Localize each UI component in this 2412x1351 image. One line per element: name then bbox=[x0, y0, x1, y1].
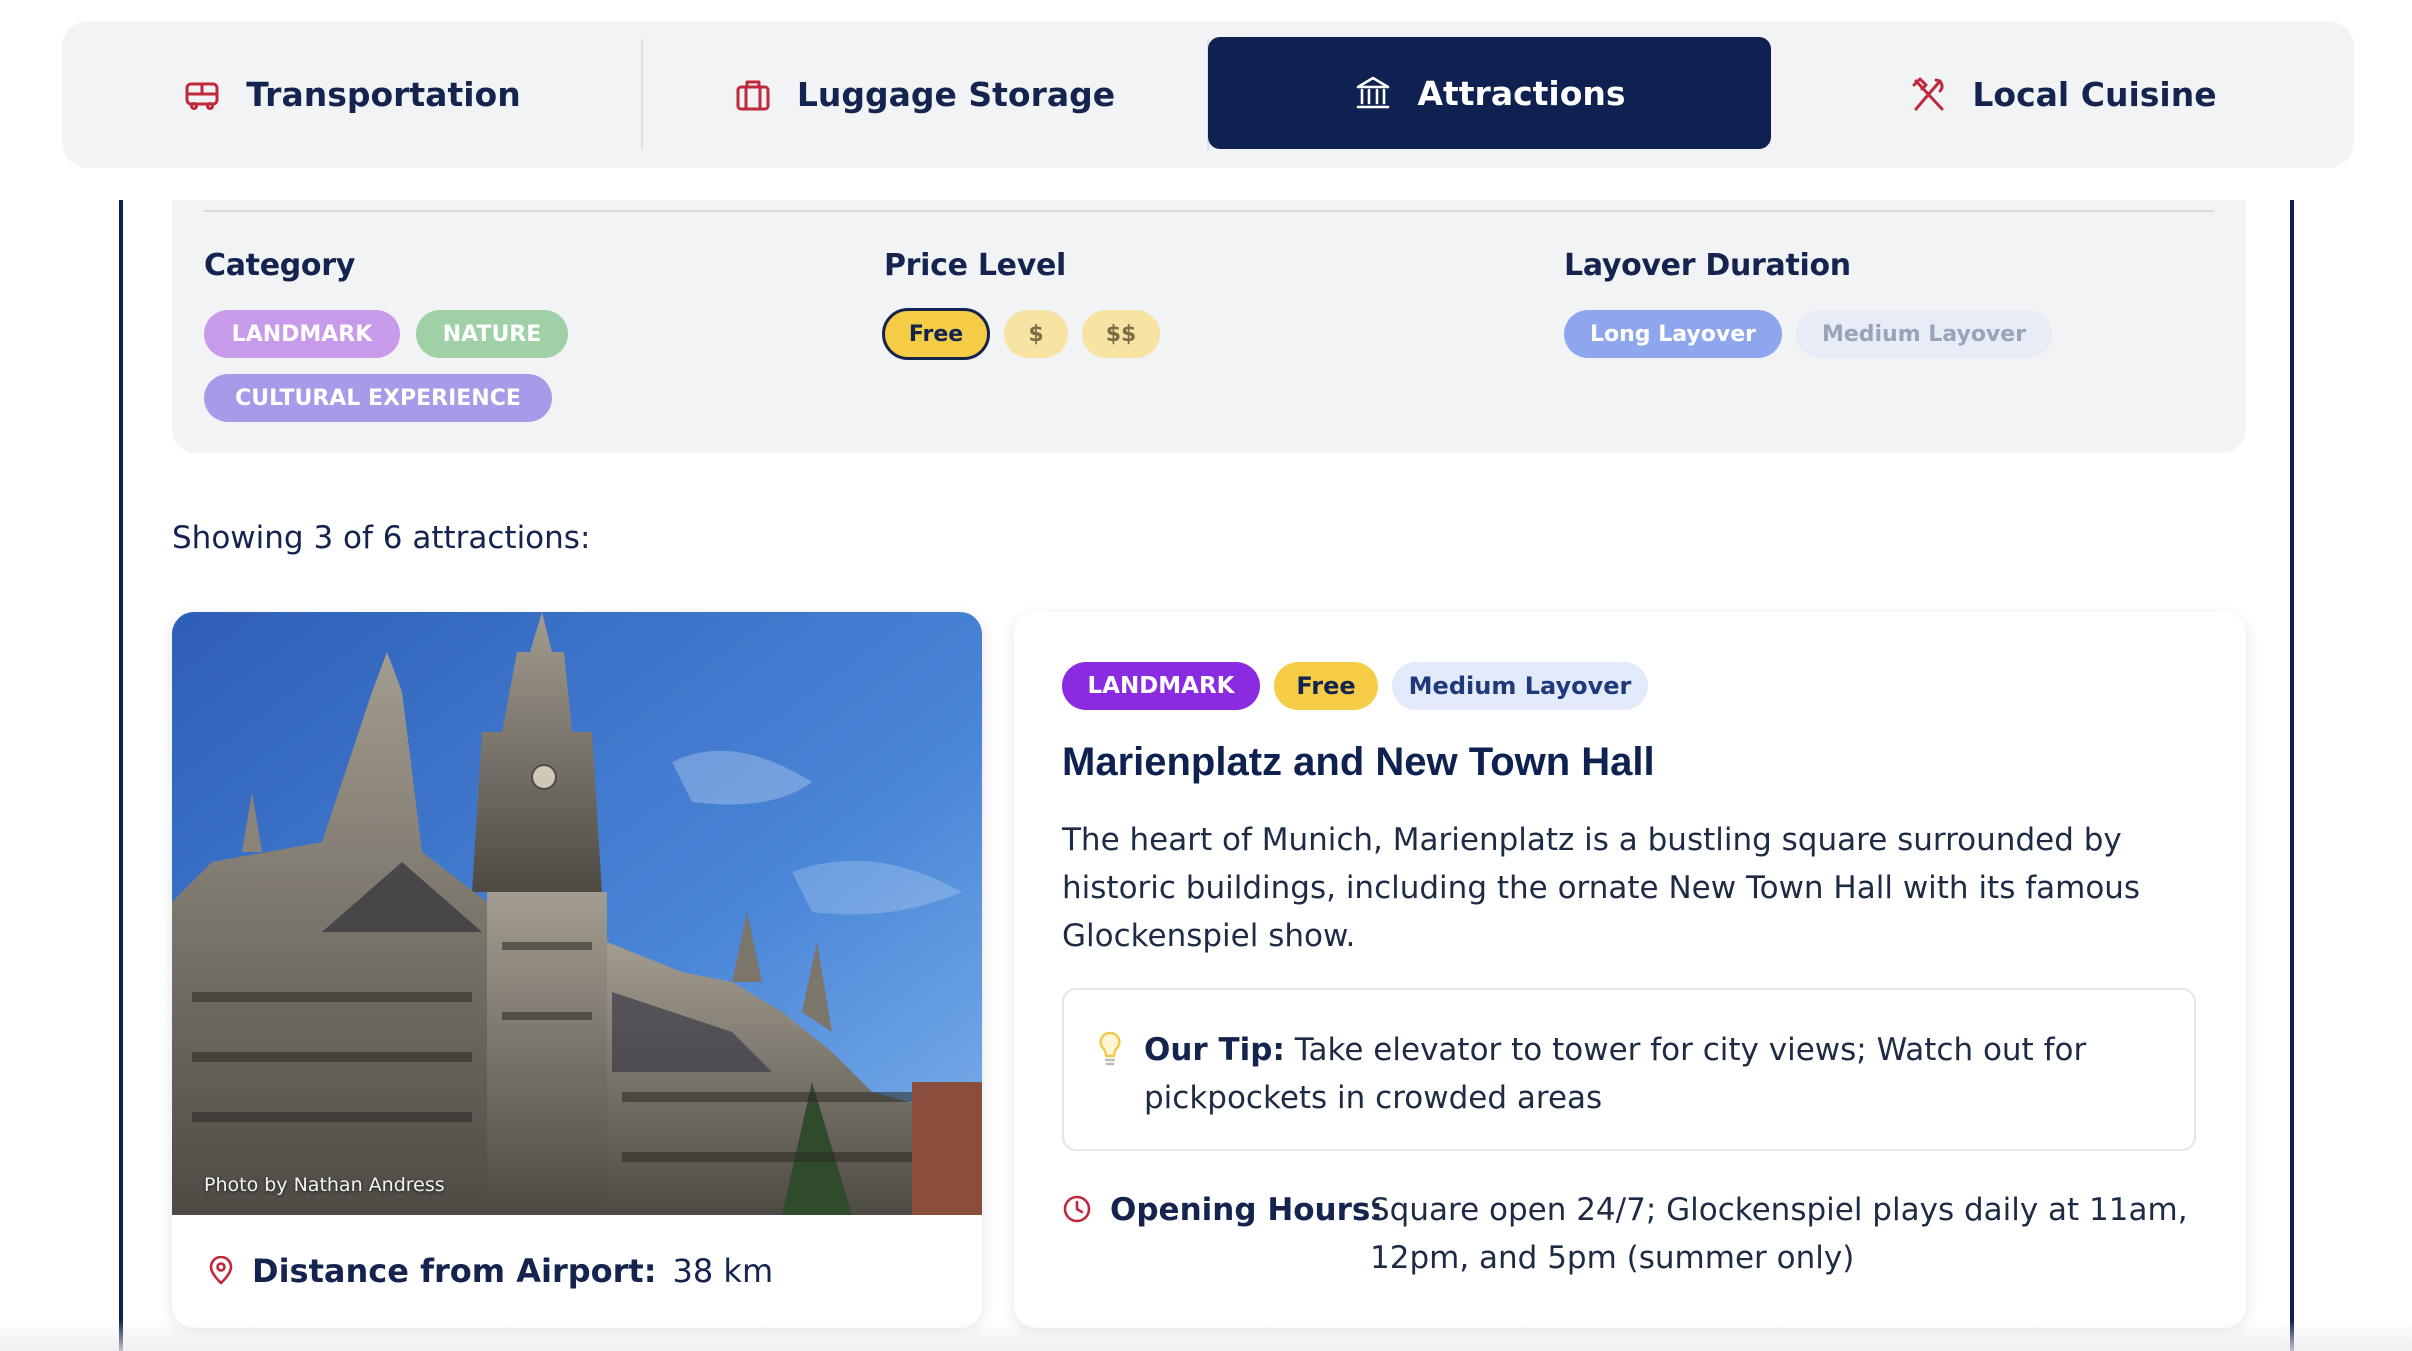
tab-luggage-storage[interactable]: Luggage Storage bbox=[641, 21, 1207, 168]
clock-icon bbox=[1063, 1195, 1091, 1223]
price-filter: Price Level bbox=[884, 248, 1066, 301]
attraction-photo bbox=[172, 612, 982, 1215]
tip-content: Take elevator to tower for city views; W… bbox=[1144, 1032, 2087, 1116]
tab-local-cuisine[interactable]: Local Cuisine bbox=[1771, 21, 2354, 168]
attraction-description: The heart of Munich, Marienplatz is a bu… bbox=[1062, 822, 2141, 954]
layover-duration-filter: Layover Duration bbox=[1564, 248, 1851, 301]
attraction-detail-card: LANDMARK Free Medium Layover Marienplatz… bbox=[1014, 612, 2246, 1328]
divider bbox=[204, 210, 2214, 212]
filter-heading: Price Level bbox=[884, 248, 1066, 283]
attraction-image-card: Photo by Nathan Andress Distance from Ai… bbox=[172, 612, 982, 1328]
tab-label: Local Cuisine bbox=[1972, 75, 2217, 114]
distance-from-airport: Distance from Airport: 38 km bbox=[206, 1252, 773, 1290]
filter-panel: Category LANDMARK NATURE CULTURAL EXPERI… bbox=[172, 200, 2246, 453]
filter-chip-nature[interactable]: NATURE bbox=[416, 310, 568, 358]
price-badge: Free bbox=[1274, 662, 1378, 710]
tab-label: Attractions bbox=[1417, 73, 1626, 113]
category-badge: LANDMARK bbox=[1062, 662, 1260, 710]
bottom-shadow bbox=[0, 1320, 2412, 1351]
tab-label: Transportation bbox=[246, 75, 521, 114]
filter-chip-cultural-experience[interactable]: CULTURAL EXPERIENCE bbox=[204, 374, 552, 422]
content-frame-left bbox=[119, 200, 123, 1351]
tip-box: Our Tip: Take elevator to tower for city… bbox=[1062, 988, 2196, 1151]
filter-chip-medium-layover[interactable]: Medium Layover bbox=[1796, 310, 2052, 358]
attraction-title: Marienplatz and New Town Hall bbox=[1062, 740, 1655, 784]
filter-chip-landmark[interactable]: LANDMARK bbox=[204, 310, 400, 358]
location-pin-icon bbox=[209, 1256, 233, 1285]
results-count: Showing 3 of 6 attractions: bbox=[172, 520, 591, 556]
layover-badge: Medium Layover bbox=[1392, 662, 1648, 710]
tab-label: Luggage Storage bbox=[796, 75, 1116, 114]
tab-attractions[interactable]: Attractions bbox=[1208, 37, 1771, 149]
filter-heading: Layover Duration bbox=[1564, 248, 1851, 283]
distance-value: 38 km bbox=[672, 1252, 774, 1290]
museum-icon bbox=[1353, 73, 1393, 113]
category-tabs: Transportation Luggage Storage Attractio… bbox=[62, 21, 2354, 168]
filter-chip-long-layover[interactable]: Long Layover bbox=[1564, 310, 1782, 358]
tip-label: Our Tip: bbox=[1144, 1032, 1285, 1068]
hours-label: Opening Hours: bbox=[1110, 1192, 1383, 1228]
distance-label: Distance from Airport: bbox=[252, 1252, 657, 1290]
utensils-crossed-icon bbox=[1908, 75, 1948, 115]
suitcase-icon bbox=[733, 75, 773, 115]
bus-icon bbox=[182, 75, 222, 115]
photo-credit: Photo by Nathan Andress bbox=[204, 1174, 445, 1196]
filter-chip-price-2[interactable]: $$ bbox=[1082, 310, 1160, 358]
tip-text: Our Tip: Take elevator to tower for city… bbox=[1144, 1026, 2154, 1122]
tab-transportation[interactable]: Transportation bbox=[62, 21, 641, 168]
category-filter: Category bbox=[204, 248, 355, 301]
filter-chip-price-1[interactable]: $ bbox=[1004, 310, 1068, 358]
filter-heading: Category bbox=[204, 248, 355, 283]
hours-value: Square open 24/7; Glockenspiel plays dai… bbox=[1370, 1192, 2188, 1276]
filter-chip-free[interactable]: Free bbox=[882, 308, 990, 360]
lightbulb-icon bbox=[1099, 1031, 1121, 1066]
content-frame-right bbox=[2290, 200, 2294, 1351]
